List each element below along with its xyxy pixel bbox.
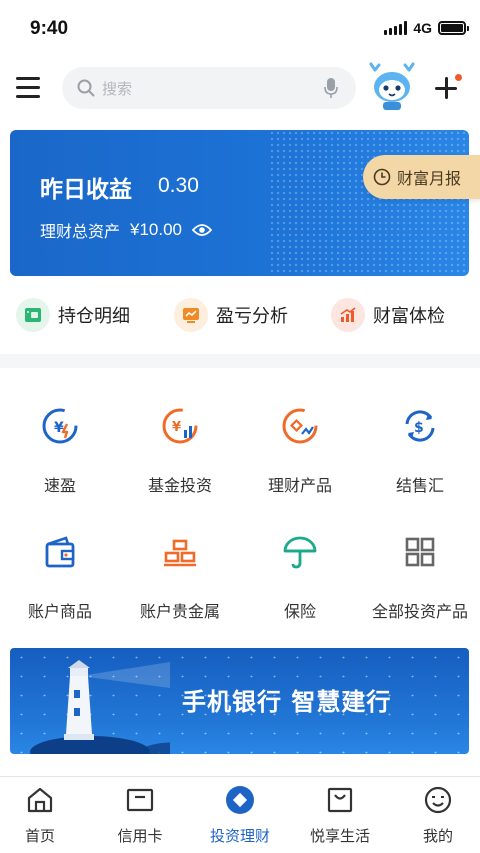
- product-label: 全部投资产品: [371, 602, 468, 621]
- earnings-card[interactable]: 昨日收益 0.30 理财总资产 ¥10.00: [10, 130, 469, 276]
- bottom-tab-bar: 首页 信用卡 投资理财 悦享生活 我的: [0, 776, 480, 853]
- wallet-icon: [45, 536, 75, 568]
- search-input[interactable]: 搜索: [62, 67, 356, 109]
- quick-profit-item[interactable]: ¥ 速盈: [0, 406, 120, 496]
- search-icon: [77, 79, 95, 97]
- wealth-product-item[interactable]: 理财产品: [240, 406, 360, 496]
- precious-metal-item[interactable]: 账户贵金属: [120, 532, 240, 622]
- profile-icon: [424, 786, 452, 814]
- wealth-product-icon: [282, 408, 318, 444]
- banner-slogan: 手机银行 智慧建行: [182, 688, 392, 716]
- svg-text:¥: ¥: [54, 420, 64, 436]
- tab-label: 首页: [24, 827, 55, 845]
- product-label: 结售汇: [395, 476, 444, 495]
- tab-profile[interactable]: 我的: [390, 785, 480, 846]
- tab-home[interactable]: 首页: [0, 785, 88, 846]
- yesterday-income-value: 0.30: [158, 174, 199, 197]
- total-assets-value: ¥10.00: [130, 220, 183, 239]
- wealth-check-button[interactable]: 财富体检: [331, 298, 445, 332]
- battery-icon: [438, 21, 469, 35]
- holdings-detail-button[interactable]: 持仓明细: [16, 298, 130, 332]
- fund-item[interactable]: ¥ 基金投资: [120, 406, 240, 496]
- currency-exchange-icon: $: [405, 410, 435, 442]
- all-products-item[interactable]: 全部投资产品: [360, 532, 480, 622]
- shopping-bag-icon: [327, 787, 353, 813]
- tab-label: 悦享生活: [309, 827, 370, 845]
- quick-profit-icon: ¥: [42, 408, 78, 444]
- product-label: 账户商品: [27, 602, 92, 621]
- top-bar: 搜索: [0, 60, 480, 118]
- status-time: 9:40: [30, 18, 69, 39]
- tab-lifestyle[interactable]: 悦享生活: [292, 785, 388, 846]
- profit-analysis-button[interactable]: 盈亏分析: [174, 298, 288, 332]
- quick-actions: 持仓明细 盈亏分析 财富体检: [0, 294, 480, 340]
- investment-icon: [226, 786, 254, 814]
- account-commodity-item[interactable]: 账户商品: [0, 532, 120, 622]
- status-icons: 4G: [384, 20, 469, 36]
- tab-credit-card[interactable]: 信用卡: [92, 785, 188, 846]
- umbrella-icon: [283, 536, 317, 569]
- quick-action-label: 盈亏分析: [216, 306, 288, 327]
- section-divider: [0, 354, 480, 368]
- network-type: 4G: [413, 20, 432, 36]
- clock-icon: [373, 168, 391, 186]
- credit-card-icon: [126, 788, 154, 812]
- signal-icon: [384, 21, 408, 35]
- wealth-report-button[interactable]: 财富月报: [363, 155, 480, 199]
- mascot-avatar-icon[interactable]: [367, 62, 417, 112]
- quick-action-label: 财富体检: [373, 306, 445, 327]
- search-placeholder: 搜索: [102, 80, 133, 98]
- status-bar: 9:40 4G: [0, 0, 480, 56]
- fund-icon: ¥: [162, 408, 198, 444]
- product-label: 速盈: [43, 476, 76, 495]
- tab-label: 我的: [422, 827, 453, 845]
- wealth-check-icon: [340, 307, 356, 322]
- eye-icon[interactable]: [192, 223, 213, 237]
- tab-label: 信用卡: [117, 827, 163, 845]
- add-icon[interactable]: [432, 74, 462, 104]
- total-assets-label: 理财总资产: [40, 222, 121, 241]
- home-icon: [27, 787, 53, 813]
- gold-bars-icon: [164, 539, 196, 567]
- svg-text:$: $: [414, 420, 424, 436]
- grid-icon: [405, 537, 435, 567]
- product-label: 保险: [283, 602, 316, 621]
- menu-icon[interactable]: [16, 77, 42, 101]
- promo-banner[interactable]: 手机银行 智慧建行: [10, 648, 469, 754]
- total-assets: 理财总资产 ¥10.00: [40, 218, 213, 242]
- tab-label: 投资理财: [209, 827, 270, 845]
- svg-text:¥: ¥: [172, 420, 181, 435]
- profit-chart-icon: [183, 308, 199, 323]
- product-label: 理财产品: [267, 476, 332, 495]
- quick-action-label: 持仓明细: [58, 306, 130, 327]
- wealth-report-label: 财富月报: [397, 169, 462, 188]
- product-label: 基金投资: [147, 476, 212, 495]
- product-label: 账户贵金属: [139, 602, 220, 621]
- microphone-icon[interactable]: [324, 77, 338, 99]
- yesterday-income-label: 昨日收益: [40, 177, 132, 203]
- currency-exchange-item[interactable]: $ 结售汇: [360, 406, 480, 496]
- lighthouse-image: [30, 660, 170, 754]
- notification-dot: [455, 74, 462, 81]
- holdings-icon: [25, 308, 41, 322]
- insurance-item[interactable]: 保险: [240, 532, 360, 622]
- tab-investment[interactable]: 投资理财: [192, 785, 288, 846]
